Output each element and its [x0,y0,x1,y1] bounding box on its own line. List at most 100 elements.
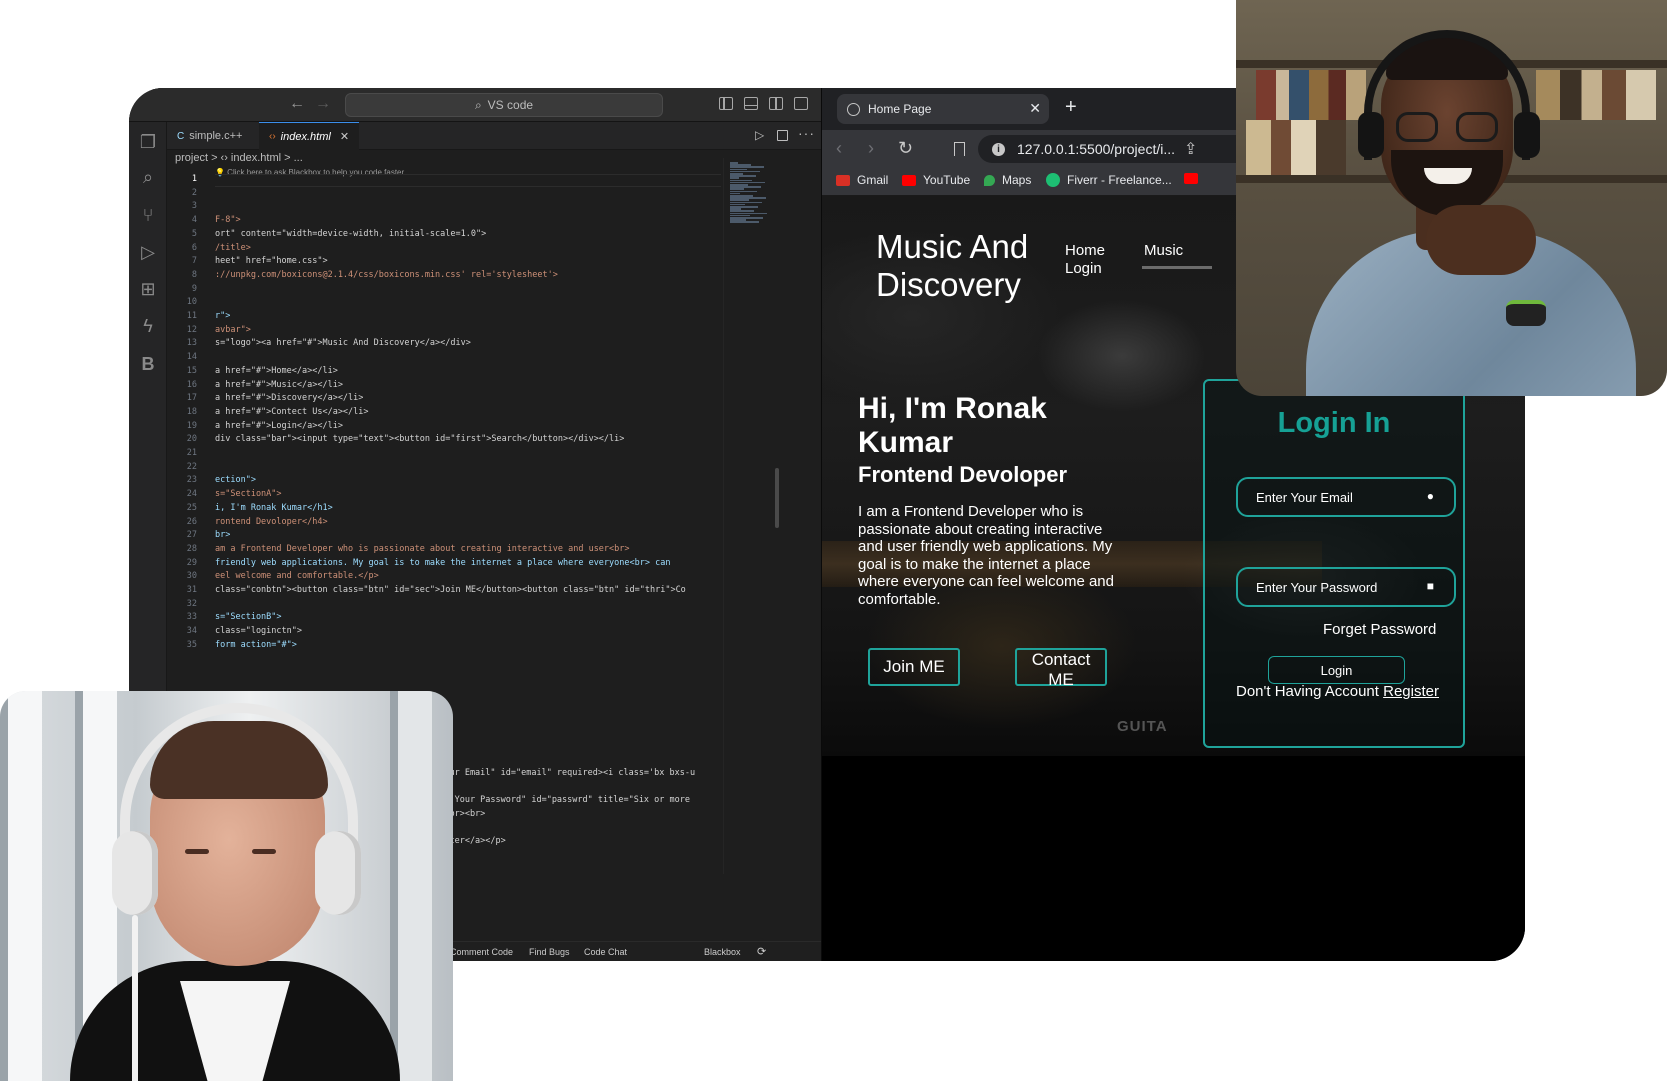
composite-canvas: ← → ⌕ VS code ❐ ⌕ ⑂ ▷ ⊞ ϟ B C simple.c++… [0,0,1667,1081]
code-line[interactable]: nter Your Password" id="passwrd" title="… [429,795,690,805]
code-line[interactable]: class="conbtn"><button class="btn" id="s… [215,585,686,595]
bookmark-label: YouTube [923,173,971,187]
code-line[interactable]: avbar"> [215,325,251,335]
forward-chevron-icon[interactable]: › [868,138,874,159]
tab-index-html[interactable]: ‹› index.html ✕ [259,122,360,150]
code-line[interactable]: /title> [215,243,251,253]
more-actions-icon[interactable]: ··· [798,125,815,141]
site-info-icon[interactable]: i [992,142,1005,156]
close-icon[interactable]: ✕ [1029,100,1041,117]
user-icon: ● [1426,489,1434,503]
run-debug-icon[interactable]: ▷ [138,242,158,262]
code-line[interactable]: heet" href="home.css"> [215,256,328,266]
email-field[interactable]: Enter Your Email ● [1236,477,1456,517]
find-bugs-button[interactable]: Find Bugs [529,947,570,957]
nav-link-music[interactable]: Music [1144,242,1183,259]
code-line[interactable]: friendly web applications. My goal is to… [215,558,670,568]
blackbox-status[interactable]: Blackbox [704,947,741,957]
window-frame [0,691,42,1081]
hand [1426,205,1536,275]
search-icon[interactable]: ⌕ [138,167,158,187]
code-line[interactable]: a href="#">Login</a></li> [215,421,343,431]
code-line[interactable]: rontend Devoloper</h4> [215,517,328,527]
breadcrumb[interactable]: project > ‹› index.html > ... [175,152,303,164]
code-line[interactable]: eel welcome and comfortable.</p> [215,571,379,581]
code-line[interactable]: r"> [215,311,230,321]
code-line[interactable]: a href="#">Contect Us</a></li> [215,407,369,417]
code-line[interactable]: a href="#">Discovery</a></li> [215,393,363,403]
editor-scrollbar[interactable] [775,468,779,528]
bookmark-icon[interactable] [954,142,965,156]
code-line[interactable]: ://unpkg.com/boxicons@2.1.4/css/boxicons… [215,270,558,280]
line-number: 25 [186,502,197,513]
join-me-button[interactable]: Join ME [868,648,960,686]
blackbox-icon[interactable]: B [138,354,158,374]
line-number: 5 [191,228,197,239]
toggle-secondary-sidebar-icon[interactable] [769,97,783,110]
bookmark-gmail[interactable]: Gmail [836,173,888,187]
line-number: 3 [191,201,197,212]
login-button[interactable]: Login [1268,656,1405,684]
tab-label: simple.c++ [189,130,243,142]
comment-code-button[interactable]: Comment Code [450,947,513,957]
browser-tab[interactable]: Home Page ✕ [837,94,1049,124]
minimap[interactable] [723,158,779,874]
code-line[interactable]: br> [215,530,230,540]
code-line[interactable]: ort" content="width=device-width, initia… [215,229,486,239]
source-control-icon[interactable]: ⑂ [138,205,158,225]
register-link[interactable]: Register [1383,683,1439,700]
bookmark-maps[interactable]: Maps [984,173,1031,187]
register-prompt: Don't Having Account Register [1236,683,1439,700]
run-icon[interactable]: ▷ [755,128,764,142]
code-line[interactable]: r Your Email" id="email" required><i cla… [429,768,695,778]
notifications-icon[interactable]: ⟳ [757,945,766,958]
gmail-icon [836,174,850,186]
forgot-password-link[interactable]: Forget Password [1323,621,1436,638]
contact-me-button[interactable]: Contact ME [1015,648,1107,689]
line-number: 18 [186,406,197,417]
back-arrow-icon[interactable]: ← [289,95,305,113]
code-line[interactable]: a href="#">Music</a></li> [215,380,343,390]
nav-search-bar[interactable] [1142,266,1212,269]
share-icon[interactable]: ⇪ [1184,139,1197,159]
code-line[interactable]: class="loginctn"> [215,626,302,636]
code-line[interactable]: s="logo"><a href="#">Music And Discovery… [215,338,471,348]
code-line[interactable]: form action="#"> [215,640,297,650]
line-number: 14 [186,352,197,363]
site-logo[interactable]: Music And Discovery [876,228,1056,304]
line-number: 33 [186,612,197,623]
split-editor-icon[interactable] [777,130,788,141]
new-tab-plus-icon[interactable]: + [1065,96,1077,119]
extensions-icon[interactable]: ⊞ [138,279,158,299]
editor-tab-bar: C simple.c++ ‹› index.html ✕ ▷ ··· [167,122,821,150]
explorer-files-icon[interactable]: ❐ [138,132,158,152]
code-line[interactable]: am a Frontend Developer who is passionat… [215,544,630,554]
headphone-cup [315,831,361,915]
code-line[interactable]: ection"> [215,475,256,485]
bookmark-label: Fiverr - Freelance... [1067,173,1172,187]
customize-layout-icon[interactable] [794,97,808,110]
code-line[interactable]: a href="#">Home</a></li> [215,366,338,376]
lightning-icon[interactable]: ϟ [138,316,158,336]
code-chat-button[interactable]: Code Chat [584,947,627,957]
bookmark-fiverr[interactable]: Fiverr - Freelance... [1046,173,1172,187]
command-center-search[interactable]: ⌕ VS code [345,93,663,117]
toggle-panel-icon[interactable] [744,97,758,110]
nav-link-home[interactable]: Home [1065,242,1105,259]
password-field[interactable]: Enter Your Password ■ [1236,567,1456,607]
globe-icon [847,102,860,116]
nav-link-login[interactable]: Login [1065,260,1102,277]
code-line[interactable]: F-8"> [215,215,241,225]
forward-arrow-icon[interactable]: → [315,95,331,113]
bookmark-youtube[interactable]: YouTube [902,173,970,187]
back-chevron-icon[interactable]: ‹ [836,138,842,159]
bookmark-youtube-2[interactable] [1184,173,1198,184]
tab-simple-cpp[interactable]: C simple.c++ [167,122,252,150]
code-line[interactable]: i, I'm Ronak Kumar</h1> [215,503,333,513]
reload-icon[interactable]: ↻ [898,138,913,159]
close-icon[interactable]: ✕ [340,130,349,143]
code-line[interactable]: div class="bar"><input type="text"><butt… [215,434,624,444]
code-line[interactable]: s="SectionA"> [215,489,282,499]
code-line[interactable]: s="SectionB"> [215,612,282,622]
toggle-sidebar-icon[interactable] [719,97,733,110]
